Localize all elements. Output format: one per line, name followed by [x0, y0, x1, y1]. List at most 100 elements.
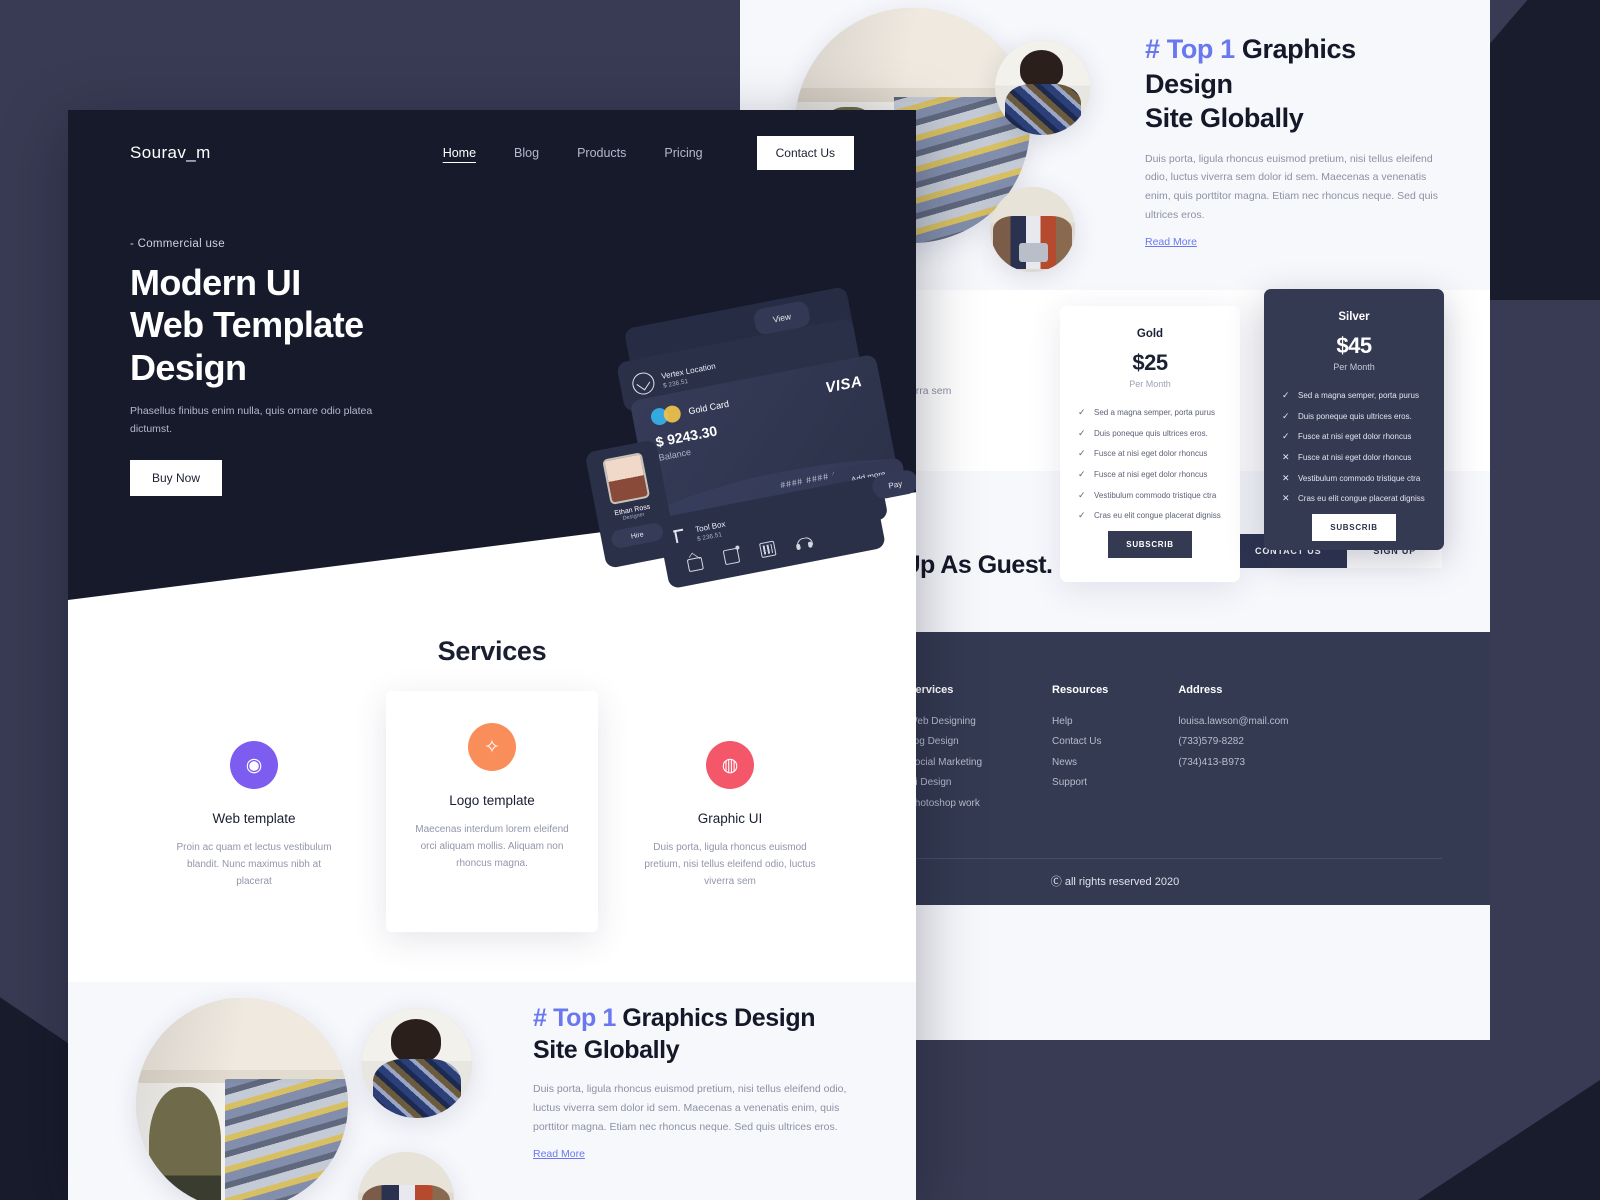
nav-contact-us-button[interactable]: Contact Us	[756, 136, 854, 170]
footer-column-heading: Address	[1178, 683, 1223, 696]
services-title: Services	[437, 636, 547, 666]
service-card[interactable]: ✧ Logo template Maecenas interdum lorem el…	[386, 691, 598, 933]
left-top1-copy: # Top 1 Graphics Design Site Globally Du…	[533, 1002, 853, 1162]
service-name: Graphic UI	[697, 811, 763, 826]
nav-link-products[interactable]: Products	[577, 146, 626, 160]
top1-accent: Top 1	[1166, 34, 1235, 64]
feature-row: ✓ Cras eu elit congue placerat digniss	[1078, 510, 1222, 522]
footer-link[interactable]: Web Designing	[908, 712, 982, 733]
pricing-card-gold[interactable]: Gold $25 Per Month ✓ Sed a magna semper, …	[1060, 306, 1240, 583]
check-icon: ✓	[1078, 427, 1086, 438]
feature-text: Duis poneque quis ultrices eros.	[1298, 411, 1412, 421]
cross-icon: ✕	[1282, 472, 1290, 483]
grid-icon[interactable]	[759, 540, 777, 558]
left-top1-body: Duis porta, ligula rhoncus euismod preti…	[533, 1083, 847, 1133]
feature-row: ✓ Sed a magna semper, porta purus	[1078, 407, 1222, 419]
footer-link[interactable]: Photoshop work	[908, 794, 982, 815]
feature-text: Vestibulum commodo tristique ctra	[1094, 490, 1217, 500]
right-top1-copy: # Top 1 Graphics Design Site Globally Du…	[1145, 32, 1445, 250]
photo-woman-whiteboard	[995, 40, 1090, 135]
feature-row: ✓ Fusce at nisi eget dolor rhoncus	[1078, 469, 1222, 481]
feature-text: Cras eu elit congue placerat digniss	[1094, 511, 1221, 521]
top1-hash: #	[1145, 34, 1160, 64]
check-icon: ✓	[1078, 448, 1086, 459]
service-card[interactable]: ◍ Graphic UI Duis porta, ligula rhoncus eu…	[624, 709, 836, 930]
buy-now-button[interactable]: Buy Now	[130, 460, 223, 497]
services-grid: ◉ Web template Proin ac quam et lectus ves…	[68, 691, 916, 933]
photo-team-laptop	[990, 187, 1075, 272]
footer-link[interactable]: Contact Us	[1052, 732, 1108, 753]
footer-column-address: Address louisa.lawson@mail.com (733)579-82…	[1178, 684, 1288, 815]
left-read-more-link[interactable]: Read More	[533, 1148, 585, 1160]
feature-text: Fusce at nisi eget dolor rhoncus	[1094, 449, 1208, 459]
silver-subscribe-button[interactable]: SUBSCRIB	[1312, 514, 1396, 542]
feature-text: Duis poneque quis ultrices eros.	[1094, 428, 1208, 438]
nav-link-home[interactable]: Home	[443, 146, 476, 160]
hire-button[interactable]: Hire	[610, 521, 665, 550]
check-icon: ✓	[1282, 410, 1290, 421]
footer-link[interactable]: Help	[1052, 712, 1108, 733]
feature-row: ✓ Fusce at nisi eget dolor rhoncus	[1078, 448, 1222, 460]
service-name: Web template	[212, 811, 296, 826]
photo-studio-collage	[136, 998, 348, 1200]
left-hero-section: Sourav_m Home Blog Products Pricing Contact…	[68, 110, 916, 600]
feature-row: ✓ Fusce at nisi eget dolor rhoncus	[1282, 431, 1426, 443]
footer-link[interactable]: (733)579-8282	[1178, 732, 1288, 753]
service-description: Duis porta, ligula rhoncus euismod preti…	[644, 842, 816, 887]
brand-logo[interactable]: Sourav_m	[130, 143, 211, 163]
footer-link[interactable]: Log Design	[908, 732, 982, 753]
navbar: Sourav_m Home Blog Products Pricing Contact…	[68, 110, 916, 170]
footer-link[interactable]: News	[1052, 753, 1108, 774]
service-name: Logo template	[449, 793, 535, 808]
gold-plan-name: Gold	[1136, 328, 1164, 340]
service-description: Maecenas interdum lorem eleifend orci al…	[415, 824, 569, 869]
check-icon: ✓	[1078, 469, 1086, 480]
right-read-more-link[interactable]: Read More	[1145, 236, 1197, 248]
feature-row: ✕ Vestibulum commodo tristique ctra	[1282, 473, 1426, 485]
feature-row: ✓ Vestibulum commodo tristique ctra	[1078, 490, 1222, 502]
nav-link-blog[interactable]: Blog	[514, 146, 539, 160]
top1-line2: Site Globally	[533, 1036, 680, 1065]
avatar	[602, 452, 651, 505]
hero-subtitle: Phasellus finibus enim nulla, quis ornar…	[130, 405, 373, 435]
pricing-card-silver[interactable]: Silver $45 Per Month ✓ Sed a magna semper…	[1264, 289, 1444, 550]
top1-hash: #	[533, 1004, 547, 1033]
top1-line2: Site Globally	[1145, 103, 1304, 134]
feature-row: ✕ Fusce at nisi eget dolor rhoncus	[1282, 452, 1426, 464]
right-top1-heading: # Top 1 Graphics Design Site Globally	[1145, 32, 1445, 136]
hero-copy: - Commercial use Modern UI Web Template …	[68, 170, 398, 497]
footer-link[interactable]: Ui Design	[908, 773, 982, 794]
nav-links: Home Blog Products Pricing	[443, 146, 703, 160]
feature-row: ✕ Cras eu elit congue placerat digniss	[1282, 493, 1426, 505]
feature-row: ✓ Sed a magna semper, porta purus	[1282, 390, 1426, 402]
feature-text: Fusce at nisi eget dolor rhoncus	[1094, 470, 1208, 480]
check-icon: ✓	[1282, 390, 1290, 400]
feature-text: Cras eu elit congue placerat digniss	[1298, 494, 1425, 504]
feature-text: Sed a magna semper, porta purus	[1094, 408, 1215, 417]
hero-title-line3: Design	[130, 346, 247, 388]
gold-plan-period: Per Month	[1129, 379, 1171, 389]
footer-column-resources: Resources Help Contact Us News Support	[1052, 684, 1108, 815]
note-check-icon[interactable]	[723, 547, 741, 565]
footer-link[interactable]: (734)413-B973	[1178, 753, 1288, 774]
feature-text: Fusce at nisi eget dolor rhoncus	[1298, 432, 1412, 442]
footer-link[interactable]: Support	[1052, 773, 1108, 794]
service-card[interactable]: ◉ Web template Proin ac quam et lectus ves…	[148, 709, 360, 930]
pricing-cards: Gold $25 Per Month ✓ Sed a magna semper, …	[1060, 289, 1444, 583]
magic-wand-icon: ✧	[468, 723, 516, 771]
hero-title-line1: Modern UI	[130, 262, 301, 303]
decorative-corner-bottom-right	[1418, 1080, 1600, 1200]
cross-icon: ✕	[1282, 493, 1290, 504]
home-icon[interactable]	[686, 554, 704, 572]
check-icon: ✓	[1078, 510, 1086, 521]
right-top1-body: Duis porta, ligula rhoncus euismod preti…	[1145, 152, 1438, 221]
footer-column-services: Services Web Designing Log Design Social Ma…	[908, 684, 982, 815]
left-top1-photos	[128, 980, 528, 1200]
silver-plan-name: Silver	[1338, 311, 1370, 323]
footer-link[interactable]: Social Marketing	[908, 753, 982, 774]
nav-link-pricing[interactable]: Pricing	[664, 146, 702, 160]
headphones-icon[interactable]	[795, 533, 813, 551]
footer-link[interactable]: louisa.lawson@mail.com	[1178, 712, 1288, 733]
cross-icon: ✕	[1282, 452, 1290, 463]
gold-subscribe-button[interactable]: SUBSCRIB	[1108, 531, 1192, 559]
